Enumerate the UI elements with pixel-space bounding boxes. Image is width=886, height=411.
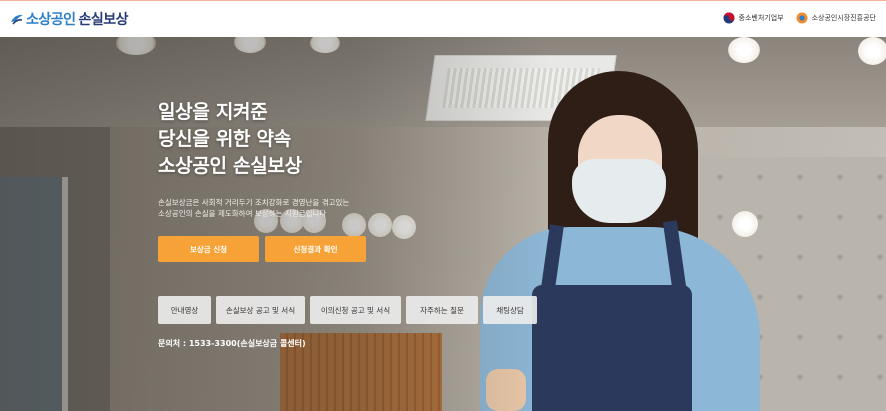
partner-logos: 중소벤처기업부 소상공인시장진흥공단: [723, 12, 876, 24]
chat-consult-button[interactable]: 채팅상담: [483, 296, 537, 324]
logo-text-part2: 손실보상: [78, 12, 129, 28]
hero-description: 손실보상금은 사회적 거리두기 조치강화로 경영난을 겪고있는 소상공인의 손실…: [158, 198, 350, 218]
site-header: 소상공인 손실보상 중소벤처기업부 소상공인시장진흥공단: [0, 0, 886, 37]
hero-section: 일상을 지켜준 당신을 위한 약속 소상공인 손실보상 손실보상금은 사회적 거…: [0, 37, 886, 411]
apply-compensation-button[interactable]: 보상금 신청: [158, 236, 259, 262]
cta-button-group: 보상금 신청 신청결과 확인: [158, 236, 366, 262]
logo-mark-icon: [11, 14, 23, 25]
hero-overlay: [0, 37, 886, 411]
agency-logo-icon: [796, 12, 808, 24]
contact-info: 문의처 : 1533-3300(손실보상금 콜센터): [158, 339, 306, 348]
quick-link-group: 안내영상 손실보상 공고 및 서식 이의신청 공고 및 서식 자주하는 질문 채…: [158, 296, 537, 324]
partner-mss[interactable]: 중소벤처기업부: [723, 12, 784, 24]
taegeuk-emblem-icon: [723, 12, 734, 24]
partner-semas-label: 소상공인시장진흥공단: [811, 14, 876, 22]
logo-text-part1: 소상공인: [26, 12, 76, 28]
guide-video-button[interactable]: 안내영상: [158, 296, 211, 324]
objection-forms-button[interactable]: 이의신청 공고 및 서식: [310, 296, 401, 324]
site-logo[interactable]: 소상공인 손실보상: [10, 9, 129, 29]
check-result-button[interactable]: 신청결과 확인: [265, 236, 366, 262]
logo-text: 소상공인 손실보상: [26, 9, 129, 29]
hero-headline: 일상을 지켜준 당신을 위한 약속 소상공인 손실보상: [158, 99, 358, 180]
faq-button[interactable]: 자주하는 질문: [406, 296, 478, 324]
partner-semas[interactable]: 소상공인시장진흥공단: [796, 12, 876, 24]
partner-mss-label: 중소벤처기업부: [738, 14, 784, 22]
hero-text-block: 일상을 지켜준 당신을 위한 약속 소상공인 손실보상 손실보상금은 사회적 거…: [158, 99, 358, 219]
notice-forms-button[interactable]: 손실보상 공고 및 서식: [216, 296, 305, 324]
hero-headline-line3: 소상공인 손실보상: [158, 155, 302, 177]
hero-headline-line2: 당신을 위한 약속: [158, 128, 291, 150]
hero-headline-line1: 일상을 지켜준: [158, 101, 268, 123]
